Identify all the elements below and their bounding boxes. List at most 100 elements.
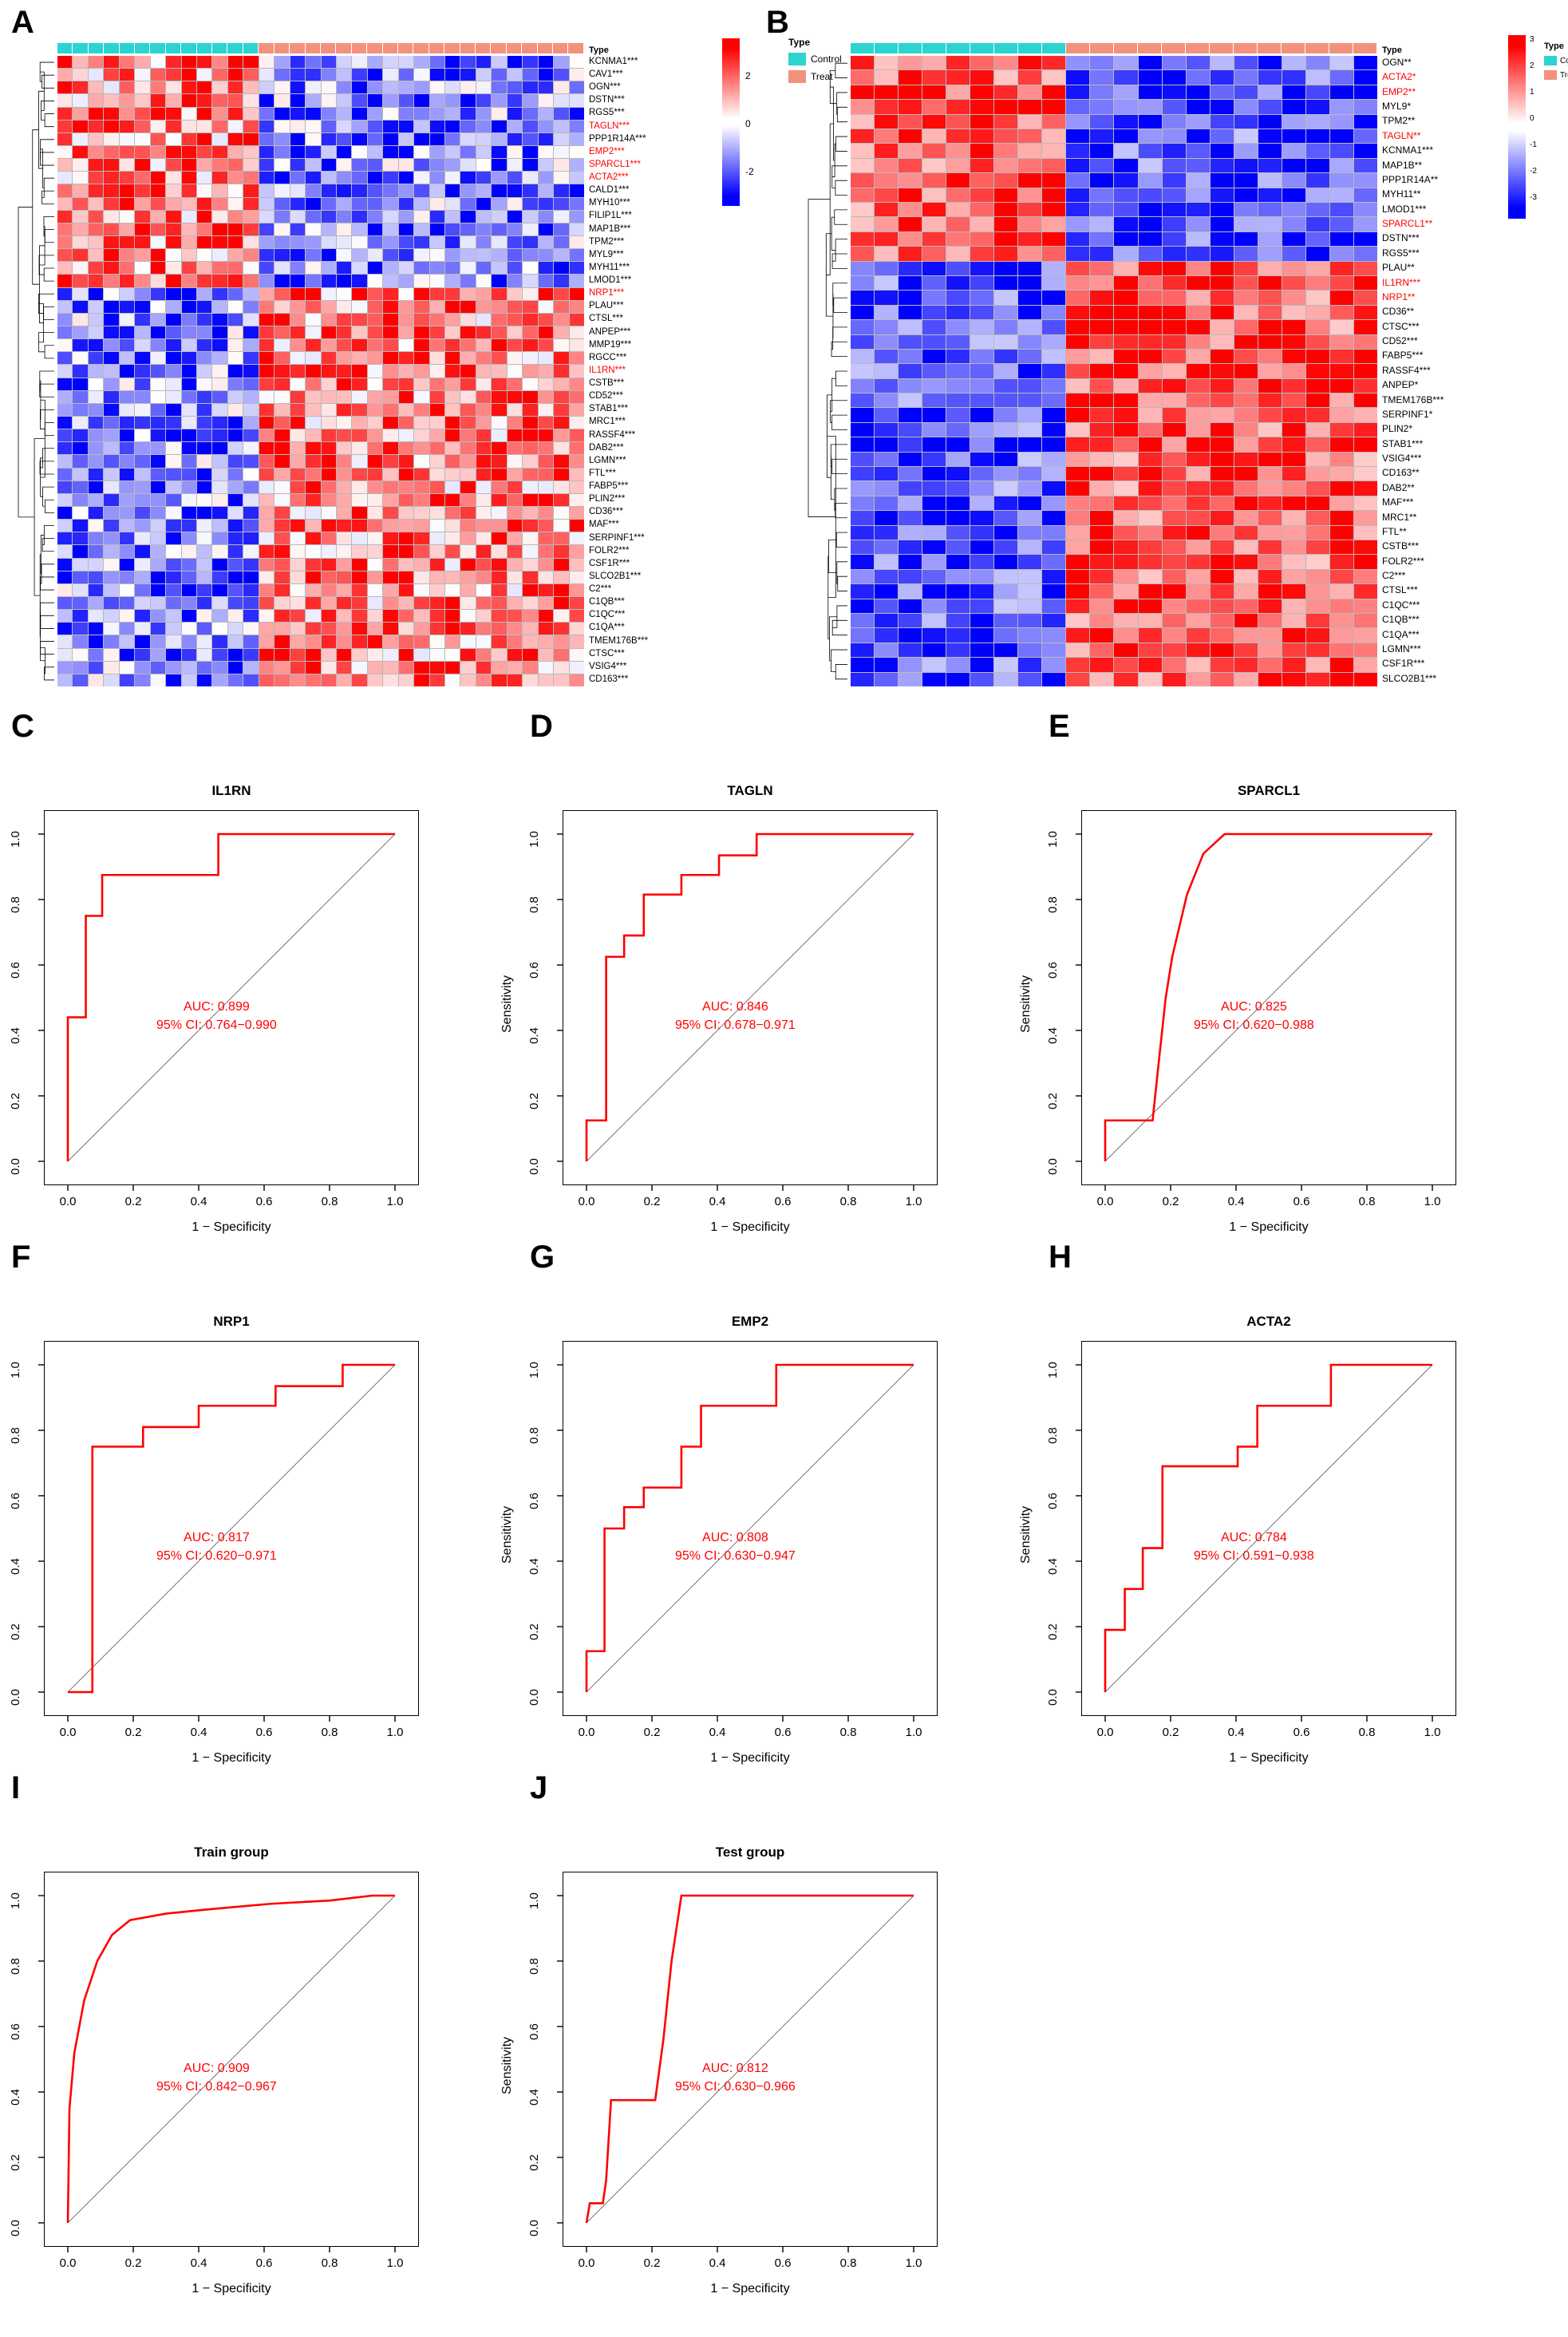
heatmap-cell bbox=[274, 146, 290, 159]
heatmap-cell bbox=[1329, 496, 1353, 511]
heatmap-cell bbox=[227, 507, 243, 520]
heatmap-cell bbox=[429, 172, 445, 184]
heatmap-cell bbox=[1114, 525, 1138, 540]
y-tick-label: 0.0 bbox=[9, 1158, 22, 1175]
heatmap-cell bbox=[290, 107, 306, 120]
heatmap-cell bbox=[88, 365, 104, 378]
heatmap-cell bbox=[460, 287, 476, 300]
heatmap-cell bbox=[227, 661, 243, 674]
heatmap-cell bbox=[321, 417, 336, 429]
heatmap-cell bbox=[429, 390, 445, 403]
heatmap-cell bbox=[1162, 614, 1186, 628]
heatmap-cell bbox=[259, 378, 274, 390]
heatmap-cell bbox=[73, 81, 88, 94]
heatmap-cell bbox=[321, 507, 336, 520]
heatmap-cell bbox=[445, 661, 460, 674]
heatmap-cell bbox=[523, 623, 538, 635]
heatmap-cell bbox=[1353, 114, 1377, 129]
heatmap-cell bbox=[922, 349, 946, 364]
auc-annotation: AUC: 0.812 95% CI: 0.630−0.966 bbox=[675, 2059, 796, 2096]
heatmap-cell bbox=[274, 236, 290, 249]
heatmap-cell bbox=[352, 507, 367, 520]
heatmap-cell bbox=[196, 558, 212, 571]
heatmap-cell bbox=[227, 300, 243, 313]
heatmap-cell bbox=[119, 648, 135, 661]
heatmap-cell bbox=[414, 326, 429, 339]
gene-label: SLCO2B1*** bbox=[1382, 672, 1437, 684]
gene-label: IL1RN*** bbox=[589, 365, 626, 375]
heatmap-cell bbox=[57, 442, 73, 455]
heatmap-cell bbox=[119, 210, 135, 223]
heatmap-cell bbox=[227, 455, 243, 468]
heatmap-cell bbox=[398, 132, 414, 145]
heatmap-cell bbox=[507, 184, 523, 197]
colorbar-b bbox=[1508, 35, 1526, 219]
anno-cell-treat bbox=[1114, 43, 1138, 53]
heatmap-cell bbox=[429, 455, 445, 468]
heatmap-cell bbox=[970, 496, 994, 511]
heatmap-cell bbox=[306, 480, 321, 493]
heatmap-cell bbox=[851, 173, 875, 188]
heatmap-cell bbox=[554, 146, 569, 159]
heatmap-cell bbox=[1210, 231, 1234, 247]
x-tick-label: 0.0 bbox=[578, 2256, 595, 2270]
heatmap-cell bbox=[1138, 173, 1162, 188]
heatmap-cell bbox=[1090, 334, 1114, 349]
heatmap-cell bbox=[1234, 202, 1258, 217]
heatmap-cell bbox=[321, 132, 336, 145]
heatmap-cell bbox=[1090, 555, 1114, 569]
heatmap-cell bbox=[1353, 100, 1377, 114]
heatmap-cell bbox=[1353, 555, 1377, 569]
heatmap-cell bbox=[119, 236, 135, 249]
heatmap-cell bbox=[1018, 114, 1042, 129]
heatmap-cell bbox=[383, 635, 398, 648]
heatmap-cell bbox=[1329, 275, 1353, 291]
heatmap-cell bbox=[1186, 584, 1210, 599]
heatmap-cell bbox=[1138, 658, 1162, 672]
heatmap-cell bbox=[73, 56, 88, 69]
heatmap-cell bbox=[538, 520, 554, 532]
heatmap-cell bbox=[227, 429, 243, 442]
heatmap-cell bbox=[88, 69, 104, 81]
heatmap-cell bbox=[212, 468, 227, 480]
heatmap-cell bbox=[227, 94, 243, 107]
heatmap-cell bbox=[1258, 247, 1282, 261]
heatmap-cell bbox=[1090, 144, 1114, 158]
heatmap-cell bbox=[899, 247, 922, 261]
heatmap-cell bbox=[367, 81, 383, 94]
heatmap-cell bbox=[460, 132, 476, 145]
heatmap-cell bbox=[196, 403, 212, 416]
heatmap-cell bbox=[1066, 334, 1090, 349]
heatmap-cell bbox=[290, 352, 306, 365]
heatmap-cell bbox=[367, 468, 383, 480]
heatmap-cell bbox=[429, 159, 445, 172]
heatmap-cell bbox=[970, 334, 994, 349]
heatmap-cell bbox=[104, 378, 119, 390]
heatmap-cell bbox=[1138, 452, 1162, 467]
gene-label: MYL9*** bbox=[589, 249, 624, 259]
heatmap-cell bbox=[104, 520, 119, 532]
heatmap-cell bbox=[554, 378, 569, 390]
heatmap-cell bbox=[1066, 422, 1090, 437]
heatmap-cell bbox=[414, 648, 429, 661]
heatmap-cell bbox=[1258, 584, 1282, 599]
heatmap-cell bbox=[104, 532, 119, 545]
heatmap-cell bbox=[507, 468, 523, 480]
heatmap-cell bbox=[1186, 658, 1210, 672]
heatmap-cell bbox=[429, 146, 445, 159]
heatmap-cell bbox=[1162, 158, 1186, 173]
heatmap-cell bbox=[569, 120, 584, 132]
heatmap-cell bbox=[1138, 305, 1162, 320]
heatmap-cell bbox=[352, 365, 367, 378]
heatmap-cell bbox=[476, 339, 492, 352]
heatmap-cell bbox=[306, 635, 321, 648]
y-tick-label: 0.4 bbox=[9, 1558, 22, 1575]
y-tick-label: 0.6 bbox=[527, 2023, 541, 2040]
heatmap-cell bbox=[1138, 555, 1162, 569]
heatmap-cell bbox=[73, 597, 88, 610]
x-tick-label: 1.0 bbox=[905, 2256, 922, 2270]
heatmap-cell bbox=[367, 532, 383, 545]
heatmap-cell bbox=[1210, 364, 1234, 378]
heatmap-cell bbox=[150, 661, 166, 674]
heatmap-cell bbox=[875, 643, 899, 658]
